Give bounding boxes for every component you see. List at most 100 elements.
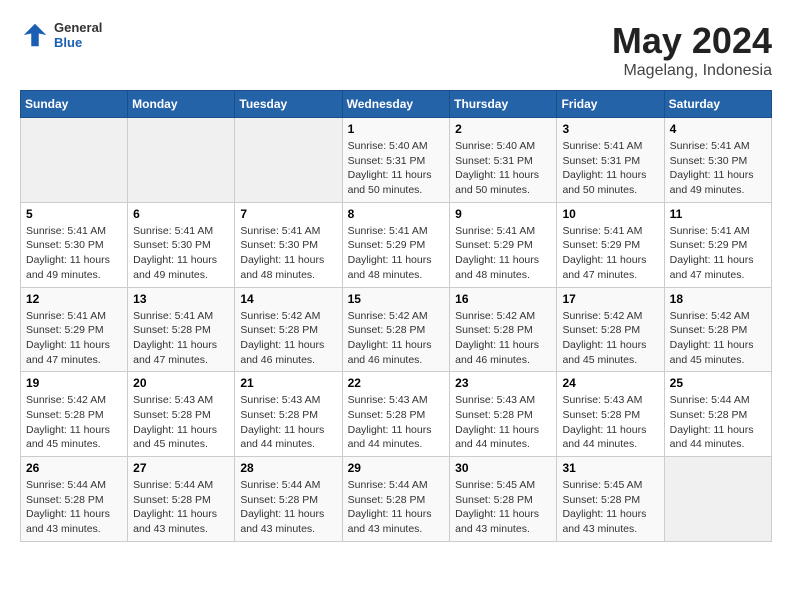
day-info: Sunrise: 5:42 AMSunset: 5:28 PMDaylight:… <box>26 393 122 452</box>
weekday-header: Thursday <box>450 91 557 118</box>
calendar-cell: 26 Sunrise: 5:44 AMSunset: 5:28 PMDayligh… <box>21 457 128 542</box>
calendar-cell: 22Sunrise: 5:43 AMSunset: 5:28 PMDayligh… <box>342 372 450 457</box>
day-info: Sunrise: 5:41 AMSunset: 5:30 PMDaylight:… <box>240 224 336 283</box>
calendar-cell: 31 Sunrise: 5:45 AMSunset: 5:28 PMDayligh… <box>557 457 664 542</box>
logo: General Blue <box>20 20 102 50</box>
logo-blue-text: Blue <box>54 35 102 50</box>
day-info: Sunrise: 5:44 AMSunset: 5:28 PMDaylight:… <box>670 393 766 452</box>
calendar-cell: 17Sunrise: 5:42 AMSunset: 5:28 PMDayligh… <box>557 287 664 372</box>
day-info: Sunrise: 5:44 AMSunset: 5:28 PMDaylight:… <box>348 478 445 537</box>
weekday-header: Wednesday <box>342 91 450 118</box>
day-number: 21 <box>240 376 336 390</box>
calendar-cell: 6Sunrise: 5:41 AMSunset: 5:30 PMDaylight… <box>128 202 235 287</box>
month-title: May 2024 <box>612 20 772 62</box>
calendar-table: SundayMondayTuesdayWednesdayThursdayFrid… <box>20 90 772 542</box>
day-number: 5 <box>26 207 122 221</box>
calendar-header: SundayMondayTuesdayWednesdayThursdayFrid… <box>21 91 772 118</box>
calendar-cell: 29 Sunrise: 5:44 AMSunset: 5:28 PMDayligh… <box>342 457 450 542</box>
day-number: 15 <box>348 292 445 306</box>
calendar-cell: 16 Sunrise: 5:42 AMSunset: 5:28 PMDayligh… <box>450 287 557 372</box>
day-info: Sunrise: 5:43 AMSunset: 5:28 PMDaylight:… <box>562 393 658 452</box>
day-info: Sunrise: 5:41 AMSunset: 5:29 PMDaylight:… <box>670 224 766 283</box>
calendar-week-row: 1 Sunrise: 5:40 AMSunset: 5:31 PMDaylight… <box>21 118 772 203</box>
calendar-cell: 19Sunrise: 5:42 AMSunset: 5:28 PMDayligh… <box>21 372 128 457</box>
day-number: 2 <box>455 122 551 136</box>
calendar-cell: 11 Sunrise: 5:41 AMSunset: 5:29 PMDayligh… <box>664 202 771 287</box>
calendar-cell: 24 Sunrise: 5:43 AMSunset: 5:28 PMDayligh… <box>557 372 664 457</box>
day-number: 30 <box>455 461 551 475</box>
day-info: Sunrise: 5:41 AMSunset: 5:31 PMDaylight:… <box>562 139 658 198</box>
day-info: Sunrise: 5:43 AMSunset: 5:28 PMDaylight:… <box>133 393 229 452</box>
day-info: Sunrise: 5:42 AMSunset: 5:28 PMDaylight:… <box>455 309 551 368</box>
calendar-week-row: 5 Sunrise: 5:41 AMSunset: 5:30 PMDaylight… <box>21 202 772 287</box>
day-number: 16 <box>455 292 551 306</box>
day-info: Sunrise: 5:43 AMSunset: 5:28 PMDaylight:… <box>455 393 551 452</box>
day-number: 6 <box>133 207 229 221</box>
calendar-cell: 5 Sunrise: 5:41 AMSunset: 5:30 PMDaylight… <box>21 202 128 287</box>
day-number: 27 <box>133 461 229 475</box>
day-number: 17 <box>562 292 658 306</box>
day-info: Sunrise: 5:41 AMSunset: 5:28 PMDaylight:… <box>133 309 229 368</box>
day-number: 24 <box>562 376 658 390</box>
weekday-header: Friday <box>557 91 664 118</box>
logo-text: General Blue <box>54 20 102 50</box>
day-info: Sunrise: 5:41 AMSunset: 5:29 PMDaylight:… <box>455 224 551 283</box>
calendar-cell: 1 Sunrise: 5:40 AMSunset: 5:31 PMDaylight… <box>342 118 450 203</box>
day-number: 20 <box>133 376 229 390</box>
day-info: Sunrise: 5:44 AMSunset: 5:28 PMDaylight:… <box>133 478 229 537</box>
day-info: Sunrise: 5:45 AMSunset: 5:28 PMDaylight:… <box>562 478 658 537</box>
day-info: Sunrise: 5:40 AMSunset: 5:31 PMDaylight:… <box>348 139 445 198</box>
calendar-cell <box>235 118 342 203</box>
day-number: 25 <box>670 376 766 390</box>
calendar-cell: 21 Sunrise: 5:43 AMSunset: 5:28 PMDayligh… <box>235 372 342 457</box>
logo-icon <box>20 20 50 50</box>
logo-general-text: General <box>54 20 102 35</box>
weekday-header: Sunday <box>21 91 128 118</box>
calendar-cell: 28Sunrise: 5:44 AMSunset: 5:28 PMDayligh… <box>235 457 342 542</box>
day-info: Sunrise: 5:41 AMSunset: 5:30 PMDaylight:… <box>26 224 122 283</box>
day-number: 10 <box>562 207 658 221</box>
weekday-header: Monday <box>128 91 235 118</box>
day-info: Sunrise: 5:41 AMSunset: 5:30 PMDaylight:… <box>670 139 766 198</box>
calendar-cell: 8 Sunrise: 5:41 AMSunset: 5:29 PMDaylight… <box>342 202 450 287</box>
day-number: 3 <box>562 122 658 136</box>
day-number: 8 <box>348 207 445 221</box>
day-number: 14 <box>240 292 336 306</box>
day-number: 29 <box>348 461 445 475</box>
day-info: Sunrise: 5:44 AMSunset: 5:28 PMDaylight:… <box>240 478 336 537</box>
location: Magelang, Indonesia <box>612 62 772 80</box>
calendar-cell: 15Sunrise: 5:42 AMSunset: 5:28 PMDayligh… <box>342 287 450 372</box>
calendar-week-row: 12Sunrise: 5:41 AMSunset: 5:29 PMDayligh… <box>21 287 772 372</box>
calendar-cell: 2Sunrise: 5:40 AMSunset: 5:31 PMDaylight… <box>450 118 557 203</box>
calendar-body: 1 Sunrise: 5:40 AMSunset: 5:31 PMDaylight… <box>21 118 772 542</box>
calendar-week-row: 26 Sunrise: 5:44 AMSunset: 5:28 PMDayligh… <box>21 457 772 542</box>
day-info: Sunrise: 5:44 AMSunset: 5:28 PMDaylight:… <box>26 478 122 537</box>
weekday-header: Tuesday <box>235 91 342 118</box>
day-number: 9 <box>455 207 551 221</box>
day-number: 22 <box>348 376 445 390</box>
calendar-week-row: 19Sunrise: 5:42 AMSunset: 5:28 PMDayligh… <box>21 372 772 457</box>
day-number: 31 <box>562 461 658 475</box>
day-info: Sunrise: 5:41 AMSunset: 5:29 PMDaylight:… <box>348 224 445 283</box>
calendar-cell: 23 Sunrise: 5:43 AMSunset: 5:28 PMDayligh… <box>450 372 557 457</box>
day-number: 18 <box>670 292 766 306</box>
day-number: 11 <box>670 207 766 221</box>
day-info: Sunrise: 5:43 AMSunset: 5:28 PMDaylight:… <box>240 393 336 452</box>
calendar-cell: 25 Sunrise: 5:44 AMSunset: 5:28 PMDayligh… <box>664 372 771 457</box>
day-info: Sunrise: 5:42 AMSunset: 5:28 PMDaylight:… <box>670 309 766 368</box>
calendar-cell <box>21 118 128 203</box>
day-number: 13 <box>133 292 229 306</box>
day-number: 23 <box>455 376 551 390</box>
calendar-cell: 3 Sunrise: 5:41 AMSunset: 5:31 PMDaylight… <box>557 118 664 203</box>
calendar-cell: 30Sunrise: 5:45 AMSunset: 5:28 PMDayligh… <box>450 457 557 542</box>
calendar-cell: 4 Sunrise: 5:41 AMSunset: 5:30 PMDaylight… <box>664 118 771 203</box>
weekday-header: Saturday <box>664 91 771 118</box>
day-info: Sunrise: 5:41 AMSunset: 5:29 PMDaylight:… <box>562 224 658 283</box>
day-number: 26 <box>26 461 122 475</box>
day-number: 7 <box>240 207 336 221</box>
calendar-cell: 9 Sunrise: 5:41 AMSunset: 5:29 PMDaylight… <box>450 202 557 287</box>
calendar-cell: 18 Sunrise: 5:42 AMSunset: 5:28 PMDayligh… <box>664 287 771 372</box>
day-number: 1 <box>348 122 445 136</box>
day-number: 4 <box>670 122 766 136</box>
day-info: Sunrise: 5:42 AMSunset: 5:28 PMDaylight:… <box>240 309 336 368</box>
